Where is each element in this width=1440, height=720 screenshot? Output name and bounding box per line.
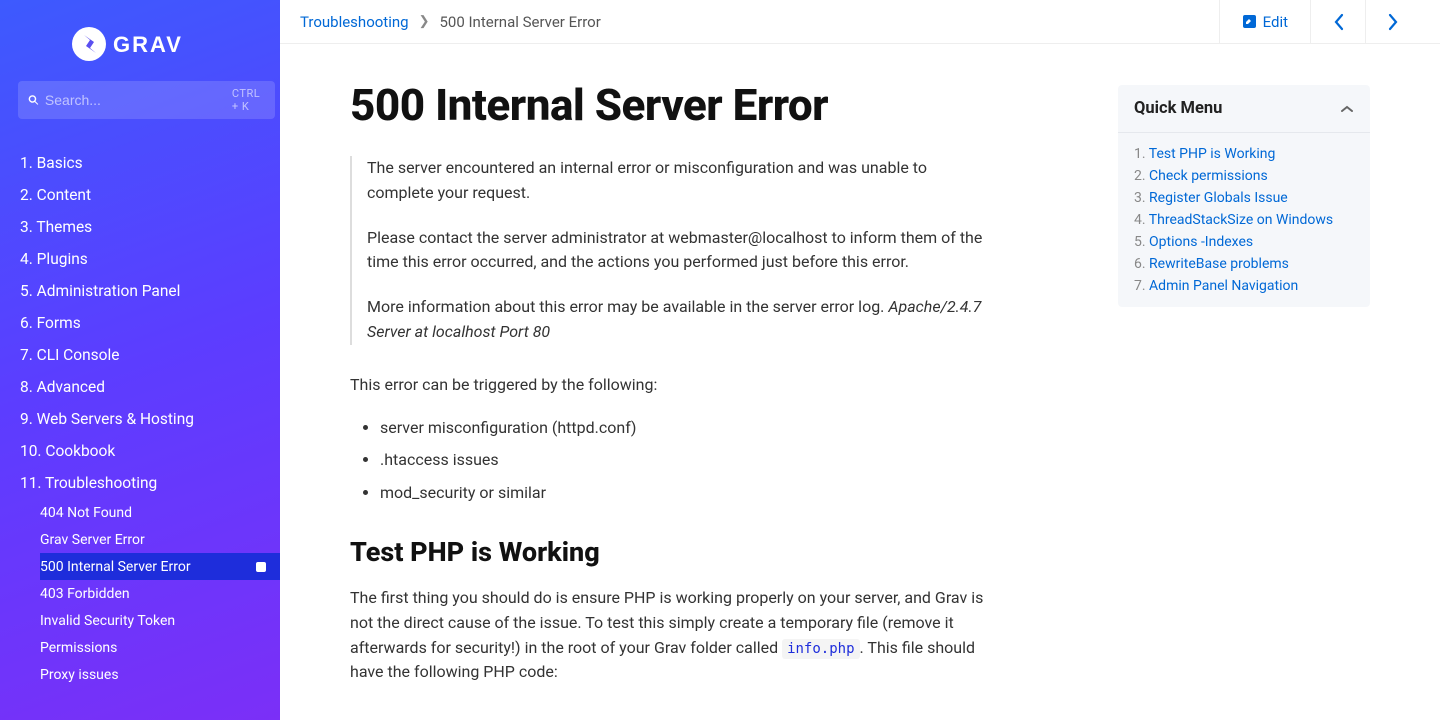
topbar: Troubleshooting ❯ 500 Internal Server Er… xyxy=(280,0,1440,44)
breadcrumb-current: 500 Internal Server Error xyxy=(439,13,600,31)
search-box[interactable]: CTRL + K xyxy=(18,81,275,119)
quick-menu-item[interactable]: Test PHP is Working xyxy=(1134,143,1354,165)
next-button[interactable] xyxy=(1365,0,1420,43)
chevron-right-icon: ❯ xyxy=(419,14,430,29)
subnav-item[interactable]: Grav Server Error xyxy=(40,526,280,553)
quote-p3: More information about this error may be… xyxy=(367,295,990,345)
nav-item[interactable]: 7. CLI Console xyxy=(0,339,280,371)
nav-item[interactable]: 6. Forms xyxy=(0,307,280,339)
cause-item: mod_security or similar xyxy=(380,481,990,506)
main: Troubleshooting ❯ 500 Internal Server Er… xyxy=(280,0,1440,720)
search-shortcut: CTRL + K xyxy=(232,87,265,113)
subnav-item[interactable]: 500 Internal Server Error xyxy=(40,553,280,580)
subnav-item[interactable]: Proxy issues xyxy=(40,661,280,688)
intro-para: This error can be triggered by the follo… xyxy=(350,373,990,398)
subnav-item[interactable]: 403 Forbidden xyxy=(40,580,280,607)
nav-item[interactable]: 11. Troubleshooting xyxy=(0,467,280,499)
section-heading: Test PHP is Working xyxy=(350,536,990,568)
prev-button[interactable] xyxy=(1310,0,1365,43)
nav-item[interactable]: 3. Themes xyxy=(0,211,280,243)
quote-p1: The server encountered an internal error… xyxy=(367,156,990,206)
edit-icon xyxy=(1242,14,1257,29)
quick-menu-item[interactable]: Check permissions xyxy=(1134,165,1354,187)
quick-menu-title: Quick Menu xyxy=(1134,99,1222,118)
quick-menu-list: Test PHP is WorkingCheck permissionsRegi… xyxy=(1118,133,1370,307)
nav-item[interactable]: 8. Advanced xyxy=(0,371,280,403)
chevron-left-icon xyxy=(1333,13,1344,31)
section-para: The first thing you should do is ensure … xyxy=(350,586,990,685)
search-input[interactable] xyxy=(45,92,226,108)
nav-item[interactable]: 5. Administration Panel xyxy=(0,275,280,307)
quick-menu-item[interactable]: RewriteBase problems xyxy=(1134,253,1354,275)
brand-logo[interactable]: GRAV xyxy=(0,0,280,81)
quick-menu-item[interactable]: Register Globals Issue xyxy=(1134,187,1354,209)
breadcrumb-parent[interactable]: Troubleshooting xyxy=(300,13,409,31)
quick-menu-item[interactable]: Admin Panel Navigation xyxy=(1134,275,1354,297)
chevron-up-icon xyxy=(1340,104,1354,114)
search-icon xyxy=(28,92,39,108)
cause-item: server misconfiguration (httpd.conf) xyxy=(380,416,990,441)
chevron-right-icon xyxy=(1388,13,1399,31)
error-quote: The server encountered an internal error… xyxy=(350,156,990,345)
code-inline: info.php xyxy=(782,639,859,659)
subnav-item[interactable]: Invalid Security Token xyxy=(40,607,280,634)
page-title: 500 Internal Server Error xyxy=(350,79,990,131)
quote-p2: Please contact the server administrator … xyxy=(367,226,990,276)
nav-item[interactable]: 10. Cookbook xyxy=(0,435,280,467)
topbar-right: Edit xyxy=(1219,0,1420,43)
subnav-item[interactable]: Permissions xyxy=(40,634,280,661)
nav-item[interactable]: 9. Web Servers & Hosting xyxy=(0,403,280,435)
nav-item[interactable]: 4. Plugins xyxy=(0,243,280,275)
cause-item: .htaccess issues xyxy=(380,448,990,473)
sidebar: GRAV CTRL + K v1.6 1. Basics2. Content3.… xyxy=(0,0,280,720)
breadcrumb: Troubleshooting ❯ 500 Internal Server Er… xyxy=(300,13,601,31)
nav-item[interactable]: 1. Basics xyxy=(0,147,280,179)
nav-list: 1. Basics2. Content3. Themes4. Plugins5.… xyxy=(0,147,280,688)
nav-item[interactable]: 2. Content xyxy=(0,179,280,211)
search-row: CTRL + K v1.6 xyxy=(0,81,280,119)
svg-text:GRAV: GRAV xyxy=(113,32,183,57)
edit-button[interactable]: Edit xyxy=(1219,0,1310,43)
quick-menu: Quick Menu Test PHP is WorkingCheck perm… xyxy=(1118,85,1370,307)
causes-list: server misconfiguration (httpd.conf) .hta… xyxy=(350,416,990,506)
content: 500 Internal Server Error The server enc… xyxy=(280,44,1060,720)
quick-menu-header[interactable]: Quick Menu xyxy=(1118,85,1370,133)
quick-menu-item[interactable]: ThreadStackSize on Windows xyxy=(1134,209,1354,231)
edit-label: Edit xyxy=(1263,13,1288,31)
quick-menu-item[interactable]: Options -Indexes xyxy=(1134,231,1354,253)
subnav-item[interactable]: 404 Not Found xyxy=(40,499,280,526)
